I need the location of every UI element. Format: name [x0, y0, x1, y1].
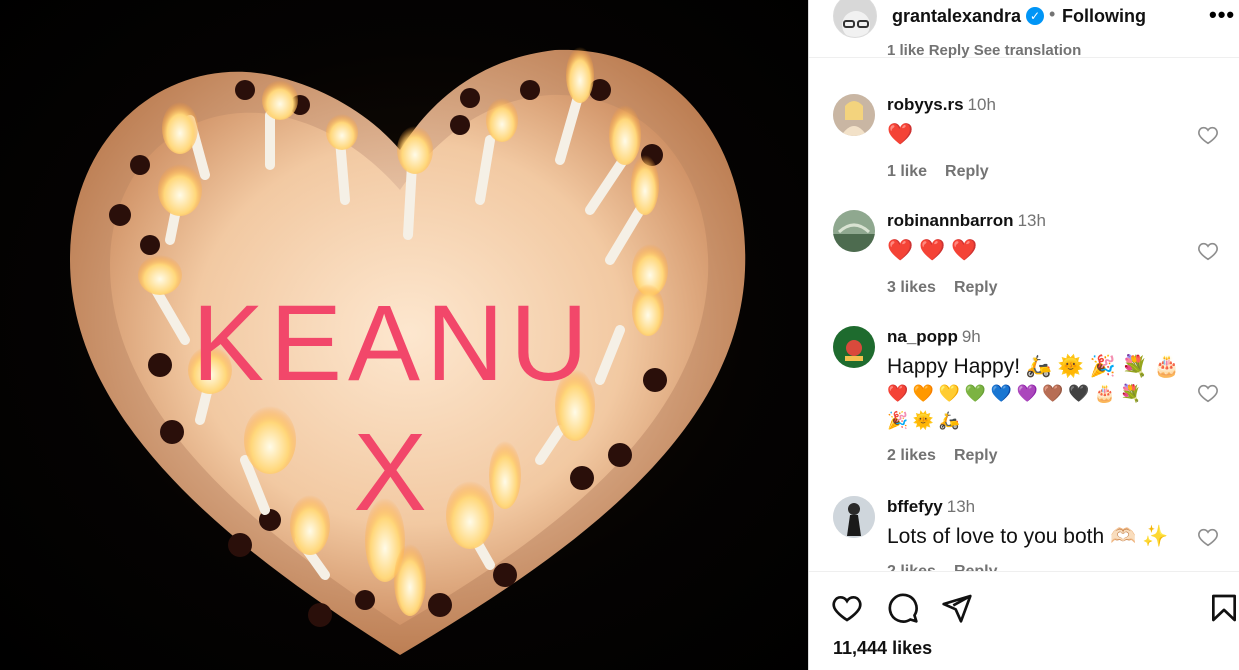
- reply-button[interactable]: Reply: [954, 447, 998, 464]
- comment-like-heart-icon[interactable]: [1197, 526, 1219, 548]
- author-username[interactable]: grantalexandra: [892, 6, 1021, 27]
- comment-username[interactable]: na_popp 9h: [887, 327, 981, 347]
- reply-button[interactable]: Reply: [954, 563, 998, 571]
- comment-meta: 1 like Reply: [887, 163, 1007, 181]
- comment-username[interactable]: robinannbarron 13h: [887, 211, 1046, 231]
- heart-cake-image: KEANU X: [70, 47, 746, 655]
- post-photo: KEANU X: [0, 0, 808, 670]
- comment-time: 10h: [967, 95, 996, 114]
- commenter-avatar[interactable]: [833, 326, 875, 368]
- comments-list[interactable]: robyys.rs 10h ❤️ 1 like Reply robinannbarr…: [809, 58, 1239, 571]
- commenter-avatar[interactable]: [833, 210, 875, 252]
- comment-like-count[interactable]: 3 likes: [887, 279, 936, 296]
- comment-text-line-3: 🎉 🌞 🛵: [887, 411, 960, 430]
- comment-icon[interactable]: [887, 592, 919, 624]
- comment-like-count[interactable]: 2 likes: [887, 447, 936, 464]
- reply-button[interactable]: Reply: [954, 279, 998, 296]
- heart-icon[interactable]: [831, 592, 863, 624]
- comment-text: ❤️: [887, 123, 914, 146]
- share-icon[interactable]: [941, 592, 973, 624]
- commenter-avatar-image: [833, 326, 875, 368]
- icing-text-name: KEANU: [192, 282, 594, 403]
- following-button[interactable]: Following: [1062, 6, 1146, 27]
- comment-time: 13h: [1017, 211, 1046, 230]
- commenter-avatar[interactable]: [833, 94, 875, 136]
- commenter-avatar-image: [833, 496, 875, 538]
- bookmark-icon[interactable]: [1208, 592, 1239, 624]
- post-actions-bar: 11,444 likes: [809, 571, 1239, 670]
- icing-text-x: X: [353, 411, 426, 534]
- comment-time: 9h: [961, 327, 981, 346]
- comment-username[interactable]: robyys.rs 10h: [887, 95, 996, 115]
- commenter-avatar-image: [833, 210, 875, 252]
- comment-meta: 2 likes Reply: [887, 563, 1016, 571]
- comment-like-heart-icon[interactable]: [1197, 124, 1219, 146]
- comment-like-count[interactable]: 1 like: [887, 163, 927, 180]
- post-side-panel: grantalexandra ✓ • Following ••• 1 like …: [808, 0, 1239, 670]
- comment-text-line-2: ❤️ 🧡 💛 💚 💙 💜 🤎 🖤 🎂 💐: [887, 384, 1142, 403]
- comment-time: 13h: [946, 497, 976, 516]
- author-avatar-image: [834, 0, 876, 37]
- follow-separator: •: [1049, 4, 1056, 24]
- more-options-icon[interactable]: •••: [1209, 2, 1235, 28]
- comment-like-heart-icon[interactable]: [1197, 382, 1219, 404]
- commenter-avatar[interactable]: [833, 496, 875, 538]
- post-header: grantalexandra ✓ • Following ••• 1 like …: [809, 0, 1239, 59]
- comment-text: Happy Happy! 🛵 🌞 🎉 💐 🎂: [887, 355, 1180, 378]
- comment-like-count[interactable]: 2 likes: [887, 563, 936, 571]
- verified-badge-icon: ✓: [1026, 7, 1044, 25]
- comment-text: ❤️ ❤️ ❤️: [887, 239, 978, 262]
- comment-text: Lots of love to you both 🫶🏻 ✨: [887, 525, 1169, 548]
- comment-meta: 2 likes Reply: [887, 447, 1016, 465]
- comment-username[interactable]: bffefyy 13h: [887, 497, 975, 517]
- comment-meta: 3 likes Reply: [887, 279, 1016, 297]
- commenter-avatar-image: [833, 94, 875, 136]
- comment-like-heart-icon[interactable]: [1197, 240, 1219, 262]
- reply-button[interactable]: Reply: [945, 163, 989, 180]
- post-like-count[interactable]: 11,444 likes: [833, 638, 932, 659]
- partial-comment-meta: 1 like Reply See translation: [887, 42, 1082, 59]
- author-avatar[interactable]: [833, 0, 877, 38]
